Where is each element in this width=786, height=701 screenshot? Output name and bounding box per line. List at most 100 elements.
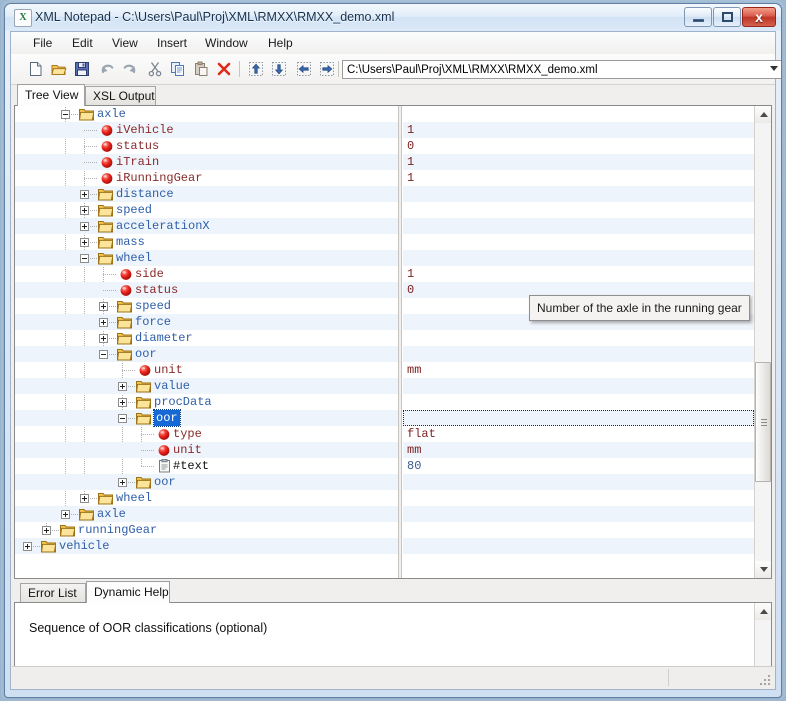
value-row[interactable] [403, 330, 754, 346]
chevron-down-icon[interactable] [770, 66, 778, 71]
scroll-down-button[interactable] [755, 561, 771, 578]
menu-help[interactable]: Help [260, 34, 301, 52]
value-row[interactable]: 0 [403, 138, 754, 154]
tree-node-label[interactable]: axle [97, 506, 126, 522]
value-row[interactable]: flat [403, 426, 754, 442]
tree-node-label[interactable]: wheel [116, 250, 152, 266]
tree-node-label[interactable]: status [116, 138, 159, 154]
new-file-button[interactable] [25, 58, 47, 80]
main-vertical-scrollbar[interactable] [754, 106, 771, 578]
tree-node-row[interactable]: force [15, 314, 398, 330]
tree-node-label[interactable]: unit [173, 442, 202, 458]
cut-button[interactable] [144, 58, 166, 80]
move-up-button[interactable] [245, 58, 267, 80]
value-text[interactable]: 1 [407, 266, 414, 282]
tree-node-label[interactable]: iVehicle [116, 122, 174, 138]
tree-node-row[interactable]: status [15, 282, 398, 298]
save-button[interactable] [71, 58, 93, 80]
menu-file[interactable]: File [25, 34, 60, 52]
file-path-value[interactable]: C:\Users\Paul\Proj\XML\RMXX\RMXX_demo.xm… [347, 62, 598, 78]
tree-node-row[interactable]: status [15, 138, 398, 154]
expand-node-icon[interactable] [80, 190, 89, 199]
value-row[interactable] [403, 346, 754, 362]
tree-node-label[interactable]: oor [154, 474, 176, 490]
expand-node-icon[interactable] [80, 494, 89, 503]
expand-node-icon[interactable] [99, 318, 108, 327]
value-row[interactable] [403, 202, 754, 218]
value-text[interactable]: 0 [407, 282, 414, 298]
tree-node-label[interactable]: diameter [135, 330, 193, 346]
value-text[interactable]: 80 [407, 458, 421, 474]
tree-node-row[interactable]: wheel [15, 250, 398, 266]
tree-node-label[interactable]: speed [135, 298, 171, 314]
value-text[interactable]: 0 [407, 138, 414, 154]
expand-node-icon[interactable] [80, 206, 89, 215]
delete-button[interactable] [213, 58, 235, 80]
tree-node-row[interactable]: accelerationX [15, 218, 398, 234]
tab-dynamic-help[interactable]: Dynamic Help [86, 581, 170, 603]
tree-node-row[interactable]: runningGear [15, 522, 398, 538]
menu-window[interactable]: Window [197, 34, 256, 52]
value-text[interactable]: flat [407, 426, 436, 442]
tree-node-label[interactable]: force [135, 314, 171, 330]
tree-node-label[interactable]: unit [154, 362, 183, 378]
value-row[interactable]: 1 [403, 154, 754, 170]
tree-node-label[interactable]: speed [116, 202, 152, 218]
collapse-node-icon[interactable] [80, 254, 89, 263]
tree-node-row[interactable]: unit [15, 442, 398, 458]
tree-node-label[interactable]: oor [153, 409, 181, 427]
tree-node-row[interactable]: procData [15, 394, 398, 410]
tree-node-row[interactable]: unit [15, 362, 398, 378]
menu-edit[interactable]: Edit [64, 34, 101, 52]
expand-node-icon[interactable] [118, 382, 127, 391]
value-row[interactable] [403, 186, 754, 202]
tree-node-row[interactable]: wheel [15, 490, 398, 506]
tree-node-label[interactable]: procData [154, 394, 212, 410]
value-text[interactable]: 1 [407, 154, 414, 170]
tree-node-label[interactable]: oor [135, 346, 157, 362]
tree-node-row[interactable]: iTrain [15, 154, 398, 170]
xml-value-column[interactable]: 1 0 1 1 1 0 mm flat mm 80 [403, 106, 754, 578]
expand-node-icon[interactable] [118, 398, 127, 407]
tree-node-row[interactable]: axle [15, 506, 398, 522]
pane-splitter[interactable] [398, 106, 402, 578]
demote-button[interactable] [316, 58, 338, 80]
value-row[interactable] [403, 394, 754, 410]
value-row[interactable]: 1 [403, 266, 754, 282]
value-row[interactable] [403, 506, 754, 522]
expand-node-icon[interactable] [80, 222, 89, 231]
tree-node-label[interactable]: mass [116, 234, 145, 250]
tab-xsl-output[interactable]: XSL Output [85, 86, 156, 106]
expand-node-icon[interactable] [23, 542, 32, 551]
menu-insert[interactable]: Insert [149, 34, 195, 52]
value-row[interactable]: 1 [403, 122, 754, 138]
value-row[interactable]: mm [403, 362, 754, 378]
tree-node-row[interactable]: speed [15, 202, 398, 218]
file-path-combobox[interactable]: C:\Users\Paul\Proj\XML\RMXX\RMXX_demo.xm… [342, 60, 781, 79]
tab-error-list[interactable]: Error List [20, 583, 86, 603]
tree-node-label[interactable]: wheel [116, 490, 152, 506]
tree-node-label[interactable]: axle [97, 106, 126, 122]
expand-node-icon[interactable] [99, 302, 108, 311]
tree-node-row[interactable]: speed [15, 298, 398, 314]
collapse-node-icon[interactable] [61, 110, 70, 119]
expand-node-icon[interactable] [118, 478, 127, 487]
tree-node-row[interactable]: side [15, 266, 398, 282]
tree-node-row[interactable]: diameter [15, 330, 398, 346]
expand-node-icon[interactable] [99, 334, 108, 343]
tree-node-label[interactable]: type [173, 426, 202, 442]
scroll-up-button[interactable] [755, 106, 771, 123]
tab-tree-view[interactable]: Tree View [17, 84, 85, 106]
tree-node-label[interactable]: #text [173, 458, 209, 474]
redo-button[interactable] [119, 58, 141, 80]
expand-node-icon[interactable] [80, 238, 89, 247]
tree-node-row[interactable]: oor [15, 346, 398, 362]
open-file-button[interactable] [48, 58, 70, 80]
value-row[interactable]: mm [403, 442, 754, 458]
undo-button[interactable] [96, 58, 118, 80]
move-down-button[interactable] [268, 58, 290, 80]
expand-node-icon[interactable] [42, 526, 51, 535]
collapse-node-icon[interactable] [99, 350, 108, 359]
minimize-button[interactable] [684, 7, 712, 27]
tree-node-row[interactable]: axle [15, 106, 398, 122]
